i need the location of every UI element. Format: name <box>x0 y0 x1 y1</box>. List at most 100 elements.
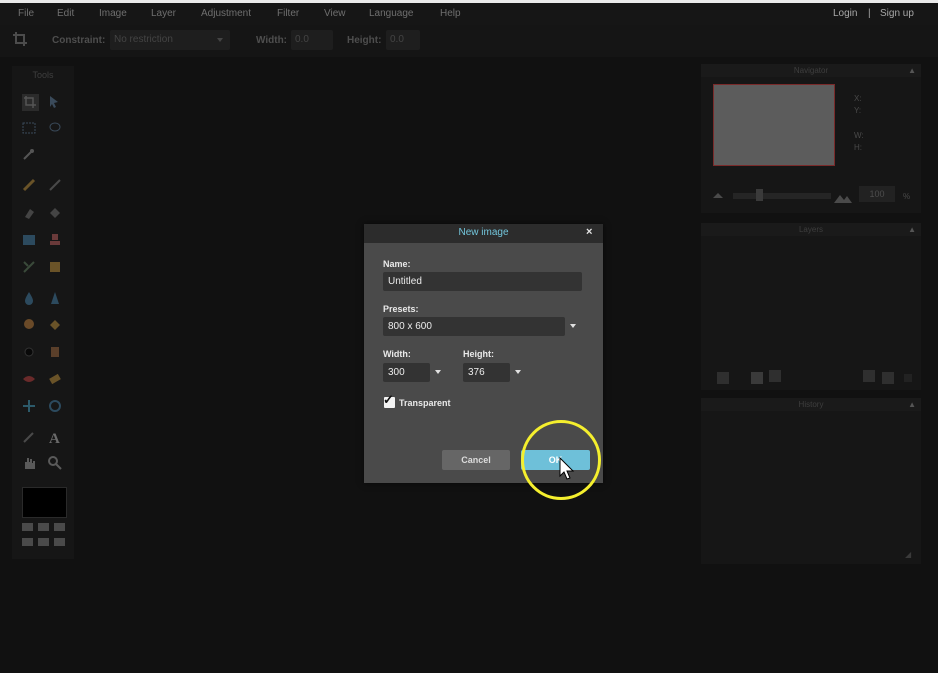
signup-link[interactable]: Sign up <box>880 8 914 19</box>
zoom-tool-icon[interactable] <box>48 456 62 470</box>
dodge-tool-icon[interactable] <box>22 345 36 359</box>
login-link[interactable]: Login <box>833 8 857 19</box>
lasso-tool-icon[interactable] <box>48 121 62 135</box>
crop-icon <box>12 31 28 52</box>
presets-select[interactable]: 800 x 600 <box>383 317 565 336</box>
eraser-tool-icon[interactable] <box>22 206 36 220</box>
move-tool-icon[interactable] <box>48 95 62 109</box>
history-panel-title: History <box>798 400 824 409</box>
width-label: Width: <box>256 35 288 46</box>
clone-stamp-tool-icon[interactable] <box>48 233 62 247</box>
pinch-tool-icon[interactable] <box>48 399 62 413</box>
constraint-value: No restriction <box>114 34 173 45</box>
zoom-slider-track[interactable] <box>733 193 831 199</box>
red-eye-tool-icon[interactable] <box>22 372 36 386</box>
new-layer-icon[interactable] <box>863 370 875 382</box>
magic-wand-tool-icon[interactable] <box>22 147 36 161</box>
navigator-x-label: X: <box>854 94 862 103</box>
color-picker-tool-icon[interactable] <box>22 430 36 444</box>
mouse-cursor-icon <box>559 456 575 486</box>
spot-heal-tool-icon[interactable] <box>48 372 62 386</box>
cancel-button[interactable]: Cancel <box>442 450 510 470</box>
navigator-panel-title: Navigator <box>793 66 829 75</box>
bloat-tool-icon[interactable] <box>22 399 36 413</box>
grid-square <box>54 523 65 531</box>
navigator-y-label: Y: <box>854 106 862 115</box>
menu-filter[interactable]: Filter <box>277 8 299 19</box>
grid-square <box>38 523 49 531</box>
type-tool-icon[interactable]: A <box>48 430 62 444</box>
crop-tool-icon[interactable] <box>22 94 39 111</box>
collapse-arrow-icon[interactable]: ▲ <box>908 400 916 409</box>
height-label: Height: <box>347 35 382 46</box>
menu-language[interactable]: Language <box>369 8 414 19</box>
grid-square <box>22 523 33 531</box>
layer-style-icon[interactable] <box>769 370 781 382</box>
marquee-tool-icon[interactable] <box>22 121 36 135</box>
auth-separator: | <box>868 8 871 19</box>
zoom-in-icon[interactable] <box>834 190 852 208</box>
menu-adjustment[interactable]: Adjustment <box>201 8 251 19</box>
resize-grip-icon[interactable]: ◢ <box>905 550 911 559</box>
grid-square <box>54 538 65 546</box>
menu-view[interactable]: View <box>324 8 346 19</box>
zoom-out-icon[interactable] <box>713 193 723 198</box>
paint-bucket-tool-icon[interactable] <box>48 206 62 220</box>
foreground-color-swatch[interactable] <box>22 487 67 518</box>
sponge-tool-icon[interactable] <box>48 318 62 332</box>
menu-file[interactable]: File <box>18 8 34 19</box>
constraint-select[interactable]: No restriction <box>110 30 230 50</box>
zoom-value-input[interactable]: 100 <box>859 186 895 202</box>
color-replace-tool-icon[interactable] <box>22 260 36 274</box>
crop-height-input[interactable]: 0.0 <box>386 30 420 50</box>
width-input[interactable]: 300 <box>383 363 430 382</box>
name-input[interactable]: Untitled <box>383 272 582 291</box>
history-panel: History ▲ ◢ <box>701 398 921 564</box>
height-input[interactable]: 376 <box>463 363 510 382</box>
crop-width-input[interactable]: 0.0 <box>291 30 333 50</box>
menu-image[interactable]: Image <box>99 8 127 19</box>
menu-edit[interactable]: Edit <box>57 8 74 19</box>
chevron-down-icon[interactable] <box>515 370 521 374</box>
layers-panel-title: Layers <box>798 225 823 234</box>
chevron-down-icon <box>217 38 223 42</box>
zoom-slider-thumb[interactable] <box>756 189 763 201</box>
zoom-percent-icon: % <box>903 192 911 201</box>
burn-tool-icon[interactable] <box>48 345 62 359</box>
blur-tool-icon[interactable] <box>22 291 36 305</box>
delete-layer-icon[interactable] <box>882 372 894 384</box>
sharpen-tool-icon[interactable] <box>48 291 62 305</box>
tools-panel-title: Tools <box>32 70 54 80</box>
drawing-tool-icon[interactable] <box>48 260 62 274</box>
constraint-label: Constraint: <box>52 35 106 46</box>
collapse-arrow-icon[interactable]: ▲ <box>908 66 916 75</box>
transparent-label: Transparent <box>399 398 451 408</box>
navigator-panel-header: Navigator ▲ <box>701 64 921 77</box>
dialog-title: New image <box>458 227 509 238</box>
collapse-arrow-icon[interactable]: ▲ <box>908 225 916 234</box>
smudge-tool-icon[interactable] <box>22 318 36 332</box>
height-label: Height: <box>463 349 494 359</box>
pencil-tool-icon[interactable] <box>22 178 36 192</box>
menu-help[interactable]: Help <box>440 8 461 19</box>
chevron-down-icon[interactable] <box>570 324 576 328</box>
layer-mask-icon[interactable] <box>751 372 763 384</box>
navigator-thumbnail[interactable] <box>713 84 835 166</box>
navigator-h-label: H: <box>854 143 862 152</box>
layer-lock-icon[interactable] <box>904 374 912 382</box>
brush-tool-icon[interactable] <box>48 178 62 192</box>
close-icon[interactable]: × <box>586 226 592 238</box>
tools-panel <box>12 66 74 559</box>
name-label: Name: <box>383 259 411 269</box>
menu-bar: File Edit Image Layer Adjustment Filter … <box>0 3 938 25</box>
navigator-w-label: W: <box>854 131 864 140</box>
tool-options-bar: Constraint: No restriction Width: 0.0 He… <box>0 25 938 57</box>
layer-settings-icon[interactable] <box>717 372 729 384</box>
navigator-panel: Navigator ▲ X: Y: W: H: 100 % <box>701 64 921 213</box>
gradient-tool-icon[interactable] <box>22 233 36 247</box>
grid-square <box>38 538 49 546</box>
chevron-down-icon[interactable] <box>435 370 441 374</box>
menu-layer[interactable]: Layer <box>151 8 176 19</box>
hand-tool-icon[interactable] <box>22 456 36 470</box>
layers-panel-header: Layers ▲ <box>701 223 921 236</box>
